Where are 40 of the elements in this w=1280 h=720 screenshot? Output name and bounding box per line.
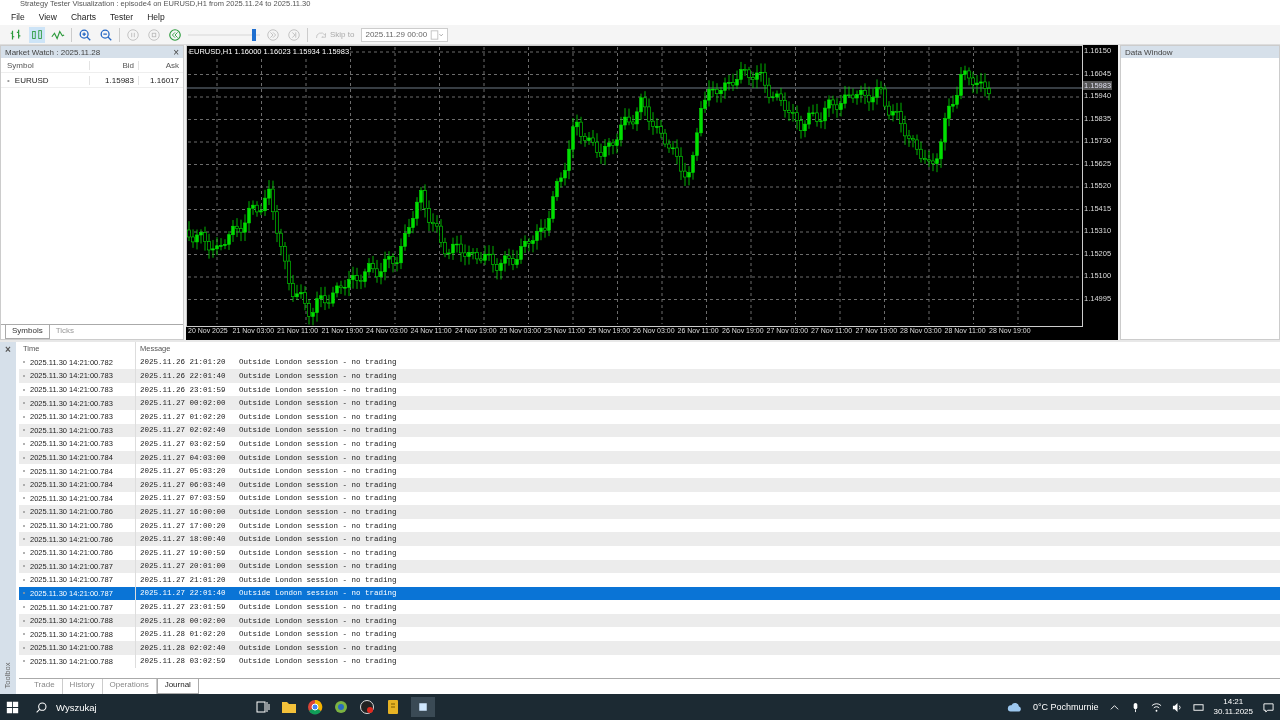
search-icon xyxy=(35,700,48,714)
menu-item[interactable]: Help xyxy=(142,11,170,22)
candlestick-icon[interactable] xyxy=(29,26,45,43)
menu-item[interactable]: Tester xyxy=(105,11,139,22)
bullet: • xyxy=(7,75,10,85)
clock-date[interactable]: 30.11.2025 xyxy=(1213,707,1253,717)
notification-icon[interactable] xyxy=(1263,701,1274,713)
ask-cell: 1.16017 xyxy=(138,75,183,85)
app-icon[interactable] xyxy=(385,699,401,715)
tab[interactable]: Journal xyxy=(156,679,199,694)
column-header[interactable]: Symbol xyxy=(1,60,89,70)
date-field[interactable]: 2025.11.29 00:00 xyxy=(361,27,449,42)
wifi-icon[interactable] xyxy=(1150,701,1162,713)
column-header[interactable]: Bid xyxy=(89,60,138,70)
folder-icon[interactable] xyxy=(281,699,297,715)
windows-icon[interactable] xyxy=(6,700,19,714)
tab[interactable]: Symbols xyxy=(5,325,50,339)
symbol-cell[interactable]: EURUSD xyxy=(14,75,49,85)
panel-title: Data Window xyxy=(1125,47,1173,57)
app-icon[interactable] xyxy=(333,699,349,715)
clock-time[interactable]: 14:21 xyxy=(1223,697,1244,707)
panel-title: Market Watch : 2025.11.28 xyxy=(5,47,101,57)
menu-item[interactable]: View xyxy=(33,11,62,22)
bid-cell: 1.15983 xyxy=(89,75,138,85)
speed-slider[interactable] xyxy=(188,28,260,41)
speaker-icon[interactable] xyxy=(1171,701,1183,713)
close-button[interactable]: × xyxy=(5,344,11,355)
close-button[interactable]: × xyxy=(173,46,179,58)
browser-icon[interactable] xyxy=(307,699,323,715)
weather-text[interactable]: 0°C Pochmurnie xyxy=(1032,702,1099,712)
column-header[interactable]: Ask xyxy=(138,60,183,70)
active-app-button[interactable] xyxy=(411,697,435,717)
repeat-icon xyxy=(315,29,327,40)
menu-item[interactable]: Charts xyxy=(66,11,102,22)
window-icon xyxy=(417,701,429,713)
rewind-icon[interactable] xyxy=(167,26,183,43)
task-view-icon[interactable] xyxy=(255,699,271,715)
app-icon[interactable] xyxy=(359,699,375,715)
search-field[interactable]: Wyszukaj xyxy=(29,700,245,714)
menu-item[interactable]: File xyxy=(6,11,30,22)
